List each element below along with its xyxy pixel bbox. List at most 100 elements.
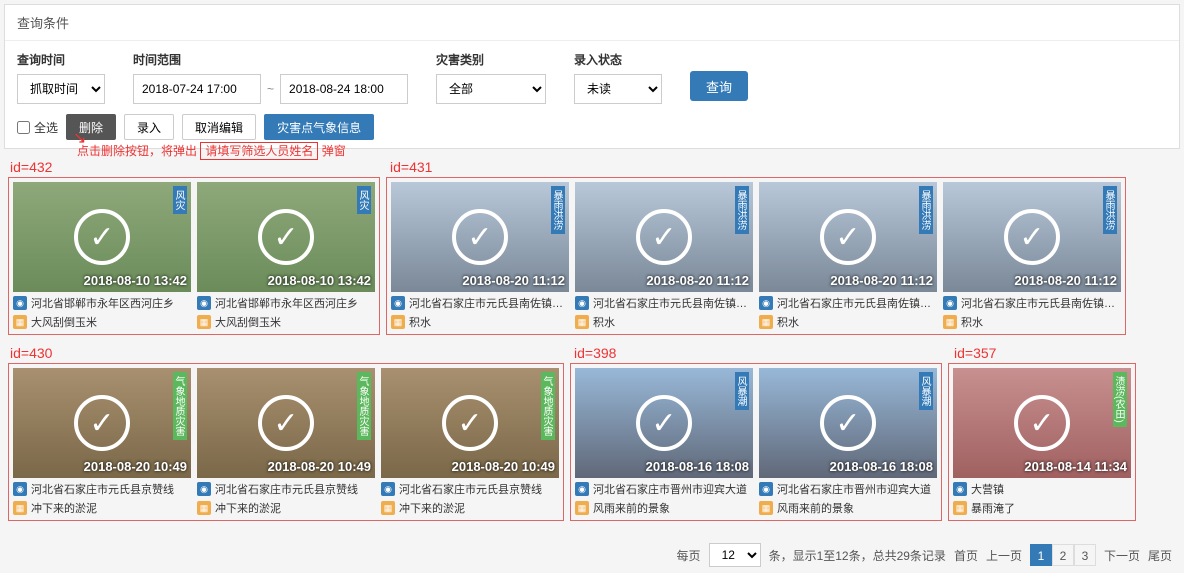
disaster-tag: 风灾 (357, 186, 371, 214)
thumbnail[interactable]: 气象地质灾害✓2018-08-20 10:49 (381, 368, 559, 478)
location-icon: ◉ (13, 296, 27, 310)
disaster-type-label: 灾害类别 (436, 51, 546, 68)
select-all-label: 全选 (34, 119, 58, 136)
location-icon: ◉ (197, 482, 211, 496)
location-icon: ◉ (13, 482, 27, 496)
disaster-info-button[interactable]: 灾害点气象信息 (264, 114, 374, 140)
thumbnail[interactable]: 暴雨洪涝✓2018-08-20 11:12 (759, 182, 937, 292)
type-text: 积水 (777, 314, 799, 330)
location-icon: ◉ (575, 296, 589, 310)
location-icon: ◉ (759, 482, 773, 496)
check-icon: ✓ (74, 395, 130, 451)
enter-button[interactable]: 录入 (124, 114, 174, 140)
select-all-input[interactable] (17, 121, 30, 134)
type-text: 大风刮倒玉米 (31, 314, 97, 330)
type-icon: ▦ (197, 501, 211, 515)
entry-status-select[interactable]: 未读 (574, 74, 662, 104)
disaster-type-select[interactable]: 全部 (436, 74, 546, 104)
location-text: 河北省石家庄市元氏县南佐镇井元... (593, 295, 753, 311)
timestamp: 2018-08-20 11:12 (830, 273, 933, 288)
location-icon: ◉ (575, 482, 589, 496)
page-number[interactable]: 2 (1052, 544, 1074, 566)
check-icon: ✓ (636, 209, 692, 265)
page-number[interactable]: 1 (1030, 544, 1052, 566)
type-icon: ▦ (943, 315, 957, 329)
pager-last[interactable]: 尾页 (1148, 547, 1172, 564)
check-icon: ✓ (258, 209, 314, 265)
entry-status-label: 录入状态 (574, 51, 662, 68)
type-icon: ▦ (381, 501, 395, 515)
group-id-label: id=398 (574, 345, 946, 361)
photo-card[interactable]: 暴雨洪涝 ✓ 2018-08-20 11:12 ◉ 河北省石家庄市元氏县南佐镇井元...… (575, 182, 753, 330)
type-icon: ▦ (197, 315, 211, 329)
range-start-input[interactable] (133, 74, 261, 104)
type-icon: ▦ (759, 501, 773, 515)
location-text: 大营镇 (971, 481, 1004, 497)
photo-card[interactable]: 风暴潮✓2018-08-16 18:08◉河北省石家庄市晋州市迎宾大道▦风雨来前… (759, 368, 937, 516)
thumbnail[interactable]: 暴雨洪涝✓2018-08-20 11:12 (391, 182, 569, 292)
photo-card[interactable]: 暴雨洪涝✓2018-08-20 11:12◉河北省石家庄市元氏县南佐镇井元...… (943, 182, 1121, 330)
timestamp: 2018-08-20 11:12 (646, 273, 749, 288)
photo-card[interactable]: 风灾✓2018-08-10 13:42◉河北省邯郸市永年区西河庄乡▦大风刮倒玉米 (197, 182, 375, 330)
location-text: 河北省石家庄市元氏县京赞线 (399, 481, 542, 497)
group-id-label: id=431 (390, 159, 1130, 175)
check-icon: ✓ (820, 395, 876, 451)
photo-card[interactable]: 气象地质灾害✓2018-08-20 10:49◉河北省石家庄市元氏县京赞线▦冲下… (381, 368, 559, 516)
panel-title: 查询条件 (5, 5, 1179, 41)
thumbnail[interactable]: 气象地质灾害✓2018-08-20 10:49 (13, 368, 191, 478)
photo-card[interactable]: 气象地质灾害✓2018-08-20 10:49◉河北省石家庄市元氏县京赞线▦冲下… (197, 368, 375, 516)
group-id-label: id=357 (954, 345, 1142, 361)
timestamp: 2018-08-20 11:12 (462, 273, 565, 288)
thumbnail[interactable]: 暴雨洪涝 ✓ 2018-08-20 11:12 (575, 182, 753, 292)
type-icon: ▦ (391, 315, 405, 329)
pager-summary: 条，显示1至12条，总共29条记录 (769, 547, 946, 564)
photo-card[interactable]: 渍涝(农田)✓2018-08-14 11:34◉大营镇▦暴雨淹了 (953, 368, 1131, 516)
timestamp: 2018-08-20 10:49 (268, 459, 371, 474)
timestamp: 2018-08-10 13:42 (268, 273, 371, 288)
record-group: 风灾✓2018-08-10 13:42◉河北省邯郸市永年区西河庄乡▦大风刮倒玉米… (8, 177, 380, 335)
query-button[interactable]: 查询 (690, 71, 748, 101)
range-end-input[interactable] (280, 74, 408, 104)
timestamp: 2018-08-16 18:08 (646, 459, 749, 474)
disaster-tag: 暴雨洪涝 (735, 186, 749, 234)
type-icon: ▦ (575, 315, 589, 329)
cancel-edit-button[interactable]: 取消编辑 (182, 114, 256, 140)
photo-card[interactable]: 风暴潮✓2018-08-16 18:08◉河北省石家庄市晋州市迎宾大道▦风雨来前… (575, 368, 753, 516)
thumbnail[interactable]: 暴雨洪涝✓2018-08-20 11:12 (943, 182, 1121, 292)
disaster-tag: 气象地质灾害 (357, 372, 371, 440)
thumbnail[interactable]: 气象地质灾害✓2018-08-20 10:49 (197, 368, 375, 478)
timestamp: 2018-08-20 11:12 (1014, 273, 1117, 288)
type-text: 大风刮倒玉米 (215, 314, 281, 330)
pager-next[interactable]: 下一页 (1104, 547, 1140, 564)
check-icon: ✓ (74, 209, 130, 265)
location-icon: ◉ (759, 296, 773, 310)
check-icon: ✓ (636, 395, 692, 451)
location-icon: ◉ (391, 296, 405, 310)
thumbnail[interactable]: 风灾 ✓ 2018-08-10 13:42 (197, 182, 375, 292)
pager-first[interactable]: 首页 (954, 547, 978, 564)
thumbnail[interactable]: 风灾✓2018-08-10 13:42 (13, 182, 191, 292)
select-all-checkbox[interactable]: 全选 (17, 119, 58, 136)
disaster-tag: 渍涝(农田) (1113, 372, 1127, 427)
timestamp: 2018-08-20 10:49 (452, 459, 555, 474)
photo-card[interactable]: 暴雨洪涝✓2018-08-20 11:12◉河北省石家庄市元氏县南佐镇井元...… (759, 182, 937, 330)
thumbnail[interactable]: 风暴潮✓2018-08-16 18:08 (759, 368, 937, 478)
photo-card[interactable]: 风灾✓2018-08-10 13:42◉河北省邯郸市永年区西河庄乡▦大风刮倒玉米 (13, 182, 191, 330)
check-icon: ✓ (820, 209, 876, 265)
record-group: 渍涝(农田)✓2018-08-14 11:34◉大营镇▦暴雨淹了 (948, 363, 1136, 521)
thumbnail[interactable]: 风暴潮✓2018-08-16 18:08 (575, 368, 753, 478)
pager-prev[interactable]: 上一页 (986, 547, 1022, 564)
record-group: 暴雨洪涝 ✓ 2018-08-20 11:12 ◉ 河北省石家庄市元氏县南佐镇井元...… (386, 177, 1126, 335)
disaster-tag: 暴雨洪涝 (551, 186, 565, 234)
location-icon: ◉ (953, 482, 967, 496)
type-text: 风雨来前的景象 (593, 500, 670, 516)
query-time-select[interactable]: 抓取时间 (17, 74, 105, 104)
thumbnail[interactable]: 渍涝(农田)✓2018-08-14 11:34 (953, 368, 1131, 478)
per-page-select[interactable]: 12 (709, 543, 761, 567)
type-text: 积水 (593, 314, 615, 330)
page-number[interactable]: 3 (1074, 544, 1096, 566)
timestamp: 2018-08-20 10:49 (84, 459, 187, 474)
photo-card[interactable]: 暴雨洪涝✓2018-08-20 11:12◉河北省石家庄市元氏县南佐镇井元...… (391, 182, 569, 330)
photo-card[interactable]: 气象地质灾害✓2018-08-20 10:49◉河北省石家庄市元氏县京赞线▦冲下… (13, 368, 191, 516)
location-text: 河北省石家庄市元氏县南佐镇井元... (777, 295, 937, 311)
